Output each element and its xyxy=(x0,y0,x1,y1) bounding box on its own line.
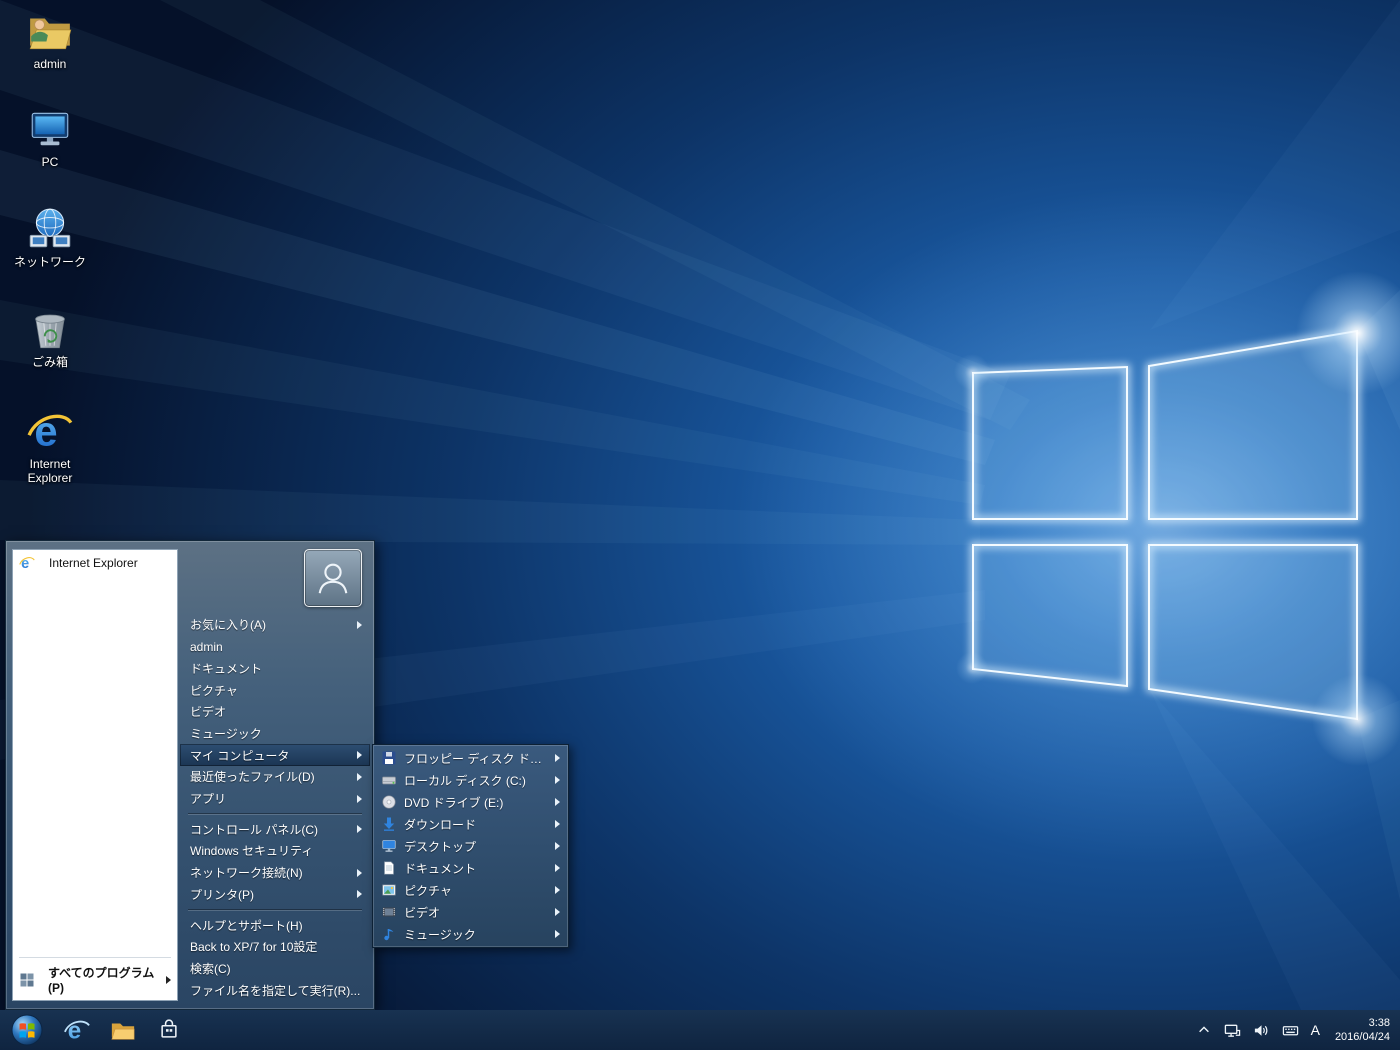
submenu-arrow-icon xyxy=(555,864,560,872)
tray-touch-keyboard-icon[interactable] xyxy=(1282,1021,1300,1039)
start-menu-item-recent-files[interactable]: 最近使ったファイル(D) xyxy=(180,766,370,788)
desktop-icon-label: admin xyxy=(34,57,67,71)
start-menu-item-apps[interactable]: アプリ xyxy=(180,788,370,810)
clock-date: 2016/04/24 xyxy=(1335,1030,1390,1044)
menu-separator xyxy=(188,813,362,814)
submenu-arrow-icon xyxy=(555,754,560,762)
pinned-item-internet-explorer[interactable]: e Internet Explorer xyxy=(13,550,177,576)
submenu-arrow-icon xyxy=(166,976,171,984)
taskbar-store-button[interactable] xyxy=(146,1010,192,1050)
desktop-icon-network[interactable]: ネットワーク xyxy=(10,206,90,269)
submenu-arrow-icon xyxy=(357,825,362,833)
pinned-item-label: Internet Explorer xyxy=(49,556,138,570)
floppy-icon xyxy=(381,750,397,766)
tray-clock[interactable]: 3:38 2016/04/24 xyxy=(1331,1016,1390,1045)
download-icon xyxy=(381,816,397,832)
submenu-arrow-icon xyxy=(555,930,560,938)
submenu-item-pictures[interactable]: ピクチャ xyxy=(375,879,566,901)
document-icon xyxy=(381,860,397,876)
submenu-item-music[interactable]: ミュージック xyxy=(375,923,566,945)
menu-separator xyxy=(188,909,362,910)
desktop-icon-label: PC xyxy=(42,155,59,169)
music-icon xyxy=(381,926,397,942)
start-menu-item-backtoxp-settings[interactable]: Back to XP/7 for 10設定 xyxy=(180,936,370,958)
start-menu-item-admin[interactable]: admin xyxy=(180,636,370,658)
submenu-item-downloads[interactable]: ダウンロード xyxy=(375,813,566,835)
taskbar: e xyxy=(0,1010,1400,1050)
computer-icon xyxy=(27,106,73,152)
submenu-arrow-icon xyxy=(555,886,560,894)
desktop-icon-label: ネットワーク xyxy=(14,255,86,269)
submenu-arrow-icon xyxy=(555,842,560,850)
user-avatar[interactable] xyxy=(304,549,362,607)
clock-time: 3:38 xyxy=(1335,1016,1390,1030)
submenu-arrow-icon xyxy=(357,869,362,877)
start-menu-item-search[interactable]: 検索(C) xyxy=(180,958,370,980)
submenu-item-dvd-drive-e[interactable]: DVD ドライブ (E:) xyxy=(375,791,566,813)
network-icon xyxy=(27,206,73,252)
all-programs-icon xyxy=(19,972,35,988)
start-menu-item-network-connections[interactable]: ネットワーク接続(N) xyxy=(180,862,370,884)
submenu-arrow-icon xyxy=(555,820,560,828)
picture-icon xyxy=(381,882,397,898)
start-menu-item-control-panel[interactable]: コントロール パネル(C) xyxy=(180,818,370,840)
desktop-icon-label: ごみ箱 xyxy=(32,355,68,369)
start-menu-item-windows-security[interactable]: Windows セキュリティ xyxy=(180,840,370,862)
desktop: admin PC xyxy=(0,0,1400,1050)
my-computer-submenu: フロッピー ディスク ドライブ (A:) ローカル ディスク (C:) xyxy=(372,744,569,948)
desktop-icon-label: Internet Explorer xyxy=(10,457,90,486)
submenu-arrow-icon xyxy=(357,795,362,803)
taskbar-internet-explorer-button[interactable]: e xyxy=(54,1010,100,1050)
recycle-bin-icon xyxy=(27,306,73,352)
submenu-item-floppy-a[interactable]: フロッピー ディスク ドライブ (A:) xyxy=(375,747,566,769)
desktop-icon-internet-explorer[interactable]: e Internet Explorer xyxy=(10,408,90,486)
start-menu-item-videos[interactable]: ビデオ xyxy=(180,701,370,723)
system-tray: A 3:38 2016/04/24 xyxy=(1195,1016,1400,1045)
start-menu-item-help-support[interactable]: ヘルプとサポート(H) xyxy=(180,914,370,936)
tray-chevron-up-icon[interactable] xyxy=(1195,1021,1213,1039)
start-menu-item-my-computer[interactable]: マイ コンピュータ xyxy=(180,744,370,766)
start-menu-item-favorites[interactable]: お気に入り(A) xyxy=(180,614,370,636)
start-button[interactable] xyxy=(0,1010,54,1050)
desktop-icon xyxy=(381,838,397,854)
tray-network-icon[interactable] xyxy=(1224,1021,1242,1039)
submenu-arrow-icon xyxy=(357,621,362,629)
menu-separator xyxy=(19,957,171,958)
taskbar-file-explorer-button[interactable] xyxy=(100,1010,146,1050)
start-menu-item-music[interactable]: ミュージック xyxy=(180,723,370,745)
submenu-arrow-icon xyxy=(555,776,560,784)
all-programs-button[interactable]: すべてのプログラム(P) xyxy=(13,960,177,1000)
submenu-item-documents[interactable]: ドキュメント xyxy=(375,857,566,879)
hard-disk-icon xyxy=(381,772,397,788)
start-menu-item-pictures[interactable]: ピクチャ xyxy=(180,679,370,701)
start-menu: e Internet Explorer すべてのプログラム(P xyxy=(5,540,375,1010)
submenu-item-local-disk-c[interactable]: ローカル ディスク (C:) xyxy=(375,769,566,791)
start-menu-item-run[interactable]: ファイル名を指定して実行(R)... xyxy=(180,979,370,1001)
all-programs-label: すべてのプログラム(P) xyxy=(48,964,160,995)
desktop-icon-recycle-bin[interactable]: ごみ箱 xyxy=(10,306,90,369)
tray-ime-indicator[interactable]: A xyxy=(1311,1022,1320,1038)
user-folder-icon xyxy=(27,8,73,54)
submenu-arrow-icon xyxy=(357,773,362,781)
submenu-item-videos[interactable]: ビデオ xyxy=(375,901,566,923)
internet-explorer-icon: e xyxy=(19,555,35,571)
submenu-arrow-icon xyxy=(555,908,560,916)
start-menu-item-printers[interactable]: プリンタ(P) xyxy=(180,884,370,906)
submenu-arrow-icon xyxy=(555,798,560,806)
submenu-item-desktop[interactable]: デスクトップ xyxy=(375,835,566,857)
start-menu-main-panel: お気に入り(A) admin ドキュメント ピクチャ ビデオ ミュージック マイ… xyxy=(180,545,370,1005)
internet-explorer-icon: e xyxy=(27,408,73,454)
start-menu-pinned-panel: e Internet Explorer すべてのプログラム(P xyxy=(12,549,178,1001)
dvd-drive-icon xyxy=(381,794,397,810)
desktop-icon-admin[interactable]: admin xyxy=(10,8,90,71)
submenu-arrow-icon xyxy=(357,890,362,898)
desktop-icon-pc[interactable]: PC xyxy=(10,106,90,169)
video-icon xyxy=(381,904,397,920)
submenu-arrow-icon xyxy=(357,751,362,759)
tray-volume-icon[interactable] xyxy=(1253,1021,1271,1039)
start-menu-item-documents[interactable]: ドキュメント xyxy=(180,658,370,680)
